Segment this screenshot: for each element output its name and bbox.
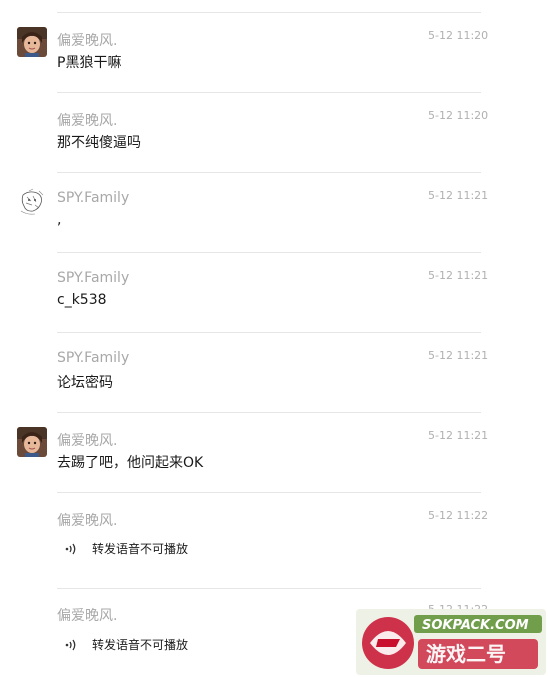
chat-history: 偏爱晚风. 5-12 11:20 P黑狼干嘛 偏爱晚风. 5-12 11:20 … — [0, 0, 548, 677]
message-text: 那不纯傻逼吗 — [57, 135, 141, 151]
divider — [57, 252, 481, 253]
message-text: P黑狼干嘛 — [57, 55, 122, 71]
timestamp: 5-12 11:21 — [428, 269, 489, 282]
avatar[interactable] — [17, 27, 47, 57]
sketch-avatar-icon — [17, 187, 47, 217]
voice-label: 转发语音不可播放 — [92, 542, 189, 556]
girl-avatar-icon — [17, 27, 47, 57]
divider — [57, 412, 481, 413]
timestamp: 5-12 11:21 — [428, 189, 489, 202]
message-text: c_k538 — [57, 292, 107, 308]
timestamp: 5-12 11:20 — [428, 29, 489, 42]
sender-name: 偏爱晚风. — [57, 513, 118, 529]
girl-avatar-icon — [17, 427, 47, 457]
sender-name: 偏爱晚风. — [57, 33, 118, 49]
divider — [57, 12, 481, 13]
message-text: 论坛密码 — [57, 375, 113, 391]
voice-label: 转发语音不可播放 — [92, 638, 189, 652]
divider — [57, 588, 481, 589]
timestamp: 5-12 11:21 — [428, 349, 489, 362]
voice-message[interactable]: 转发语音不可播放 — [64, 540, 188, 557]
voice-icon — [65, 639, 76, 650]
sender-name: 偏爱晚风. — [57, 608, 118, 624]
sender-name: SPY.Family — [57, 270, 130, 286]
sender-name: SPY.Family — [57, 190, 130, 206]
message-text: 去踢了吧，他问起来OK — [57, 455, 204, 471]
timestamp: 5-12 11:20 — [428, 109, 489, 122]
svg-text:SOKPACK.COM: SOKPACK.COM — [422, 618, 529, 633]
sender-name: 偏爱晚风. — [57, 113, 118, 129]
avatar[interactable] — [17, 187, 47, 217]
avatar[interactable] — [17, 427, 47, 457]
divider — [57, 492, 481, 493]
sender-name: SPY.Family — [57, 350, 130, 366]
voice-message[interactable]: 转发语音不可播放 — [64, 636, 188, 653]
divider — [57, 172, 481, 173]
timestamp: 5-12 11:21 — [428, 429, 489, 442]
watermark-logo-icon: SOKPACK.COM 游戏二号 — [356, 609, 546, 675]
svg-text:游戏二号: 游戏二号 — [426, 642, 506, 666]
timestamp: 5-12 11:22 — [428, 509, 489, 522]
message-text: , — [57, 212, 62, 228]
voice-icon — [65, 543, 76, 554]
site-watermark-logo: SOKPACK.COM 游戏二号 — [356, 609, 546, 675]
divider — [57, 92, 481, 93]
sender-name: 偏爱晚风. — [57, 433, 118, 449]
divider — [57, 332, 481, 333]
